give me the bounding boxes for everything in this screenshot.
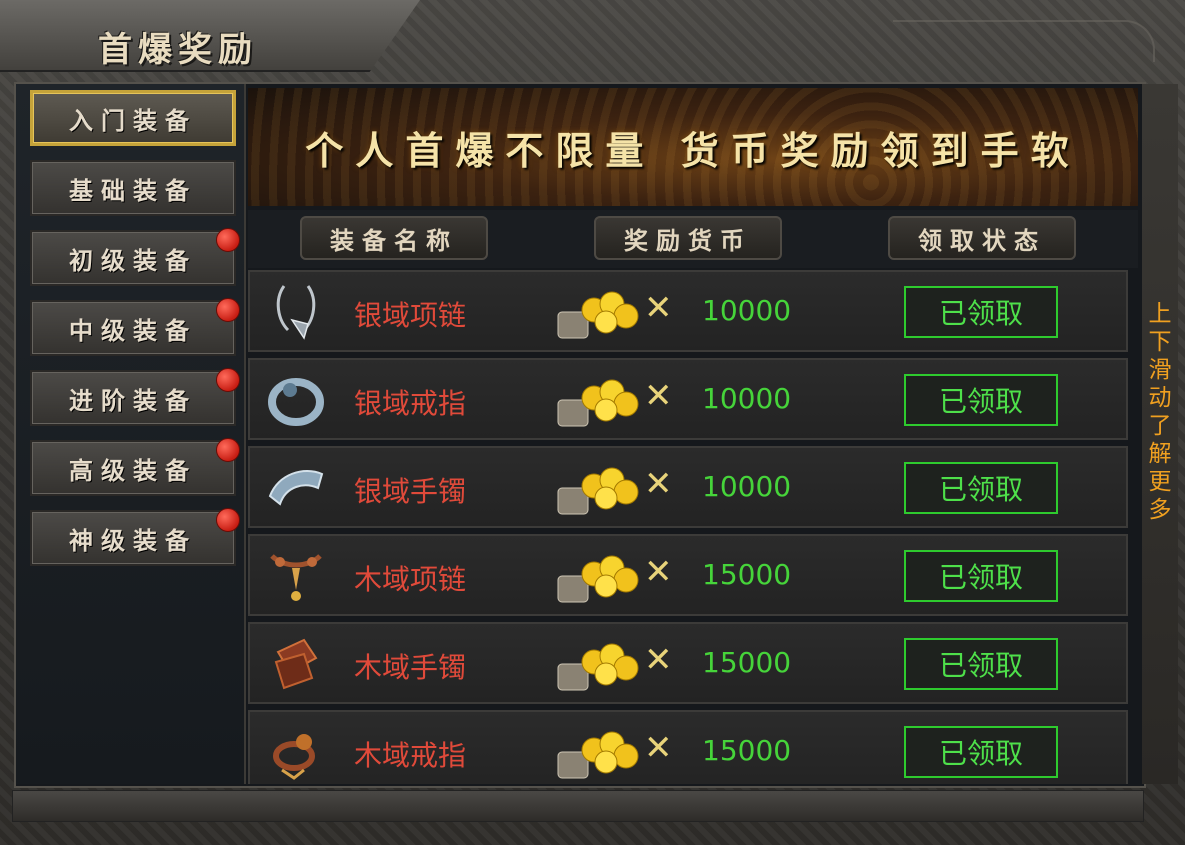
notification-dot — [216, 298, 240, 322]
ring-icon — [273, 734, 315, 780]
table-row: 木域手镯 ✕ 15000 已领取 — [248, 622, 1128, 704]
frame-ornament — [893, 20, 1155, 62]
reward-amount: 10000 — [702, 294, 792, 327]
gold-coins-icon — [557, 643, 639, 691]
tab-label: 基础装备 — [69, 175, 197, 205]
claimed-status-button[interactable]: 已领取 — [904, 374, 1058, 426]
status-label: 已领取 — [938, 297, 1023, 330]
necklace-icon — [276, 285, 316, 340]
necklace-icon — [270, 554, 322, 601]
multiply-sign: ✕ — [644, 288, 673, 328]
reward-amount: 10000 — [702, 382, 792, 415]
sidebar: 入门装备 基础装备 初级装备 中级装备 进阶装备 高级装备 神级装备 — [16, 84, 246, 784]
tab-label: 神级装备 — [69, 525, 197, 555]
multiply-sign: ✕ — [644, 552, 673, 592]
tab-divine-equipment[interactable]: 神级装备 — [30, 508, 240, 566]
gold-coins-icon — [557, 379, 639, 427]
reward-amount: 15000 — [702, 646, 792, 679]
tab-label: 高级装备 — [69, 455, 197, 485]
item-name: 木域手镯 — [354, 651, 467, 684]
column-header-status: 领取状态 — [888, 216, 1076, 260]
tab-intermediate-equipment[interactable]: 中级装备 — [30, 298, 240, 356]
bracelet-icon — [274, 638, 318, 690]
column-header-name: 装备名称 — [300, 216, 488, 260]
gold-coins-icon — [557, 291, 639, 339]
multiply-sign: ✕ — [644, 464, 673, 504]
window-title: 首爆奖励 — [98, 30, 258, 70]
bottom-frame — [12, 790, 1144, 822]
item-name: 银域戒指 — [354, 387, 467, 420]
tab-label: 中级装备 — [69, 315, 197, 345]
claimed-status-button[interactable]: 已领取 — [904, 550, 1058, 602]
tab-high-equipment[interactable]: 高级装备 — [30, 438, 240, 496]
status-label: 已领取 — [938, 473, 1023, 506]
tab-basic-equipment[interactable]: 基础装备 — [30, 160, 236, 216]
multiply-sign: ✕ — [644, 728, 673, 768]
reward-window: 首爆奖励 入门装备 基础装备 初级装备 中级装备 进阶装备 高级装备 神级装备 … — [0, 0, 1185, 845]
claimed-status-button[interactable]: 已领取 — [904, 286, 1058, 338]
multiply-sign: ✕ — [644, 640, 673, 680]
notification-dot — [216, 508, 240, 532]
notification-dot — [216, 228, 240, 252]
reward-amount: 15000 — [702, 734, 792, 767]
scroll-hint-text: 上下滑动了解更多 — [1148, 301, 1172, 523]
table-row: 木域项链 ✕ 15000 已领取 — [248, 534, 1128, 616]
status-label: 已领取 — [938, 649, 1023, 682]
item-name: 木域项链 — [354, 563, 467, 596]
tab-label: 进阶装备 — [69, 385, 197, 415]
bracelet-icon — [268, 470, 324, 506]
item-name: 银域项链 — [354, 299, 467, 332]
column-header-label: 装备名称 — [330, 225, 458, 255]
gold-coins-icon — [557, 467, 639, 515]
tab-label: 初级装备 — [69, 245, 197, 275]
gold-coins-icon — [557, 555, 639, 603]
table-header: 装备名称 奖励货币 领取状态 — [248, 210, 1138, 268]
multiply-sign: ✕ — [644, 376, 673, 416]
tab-primary-equipment[interactable]: 初级装备 — [30, 228, 240, 286]
tab-beginner-equipment[interactable]: 入门装备 — [30, 90, 236, 146]
promo-banner: 个人首爆不限量 货币奖励领到手软 — [248, 88, 1138, 206]
column-header-reward: 奖励货币 — [594, 216, 782, 260]
tab-label: 入门装备 — [69, 105, 197, 135]
column-header-label: 领取状态 — [918, 225, 1046, 255]
banner-text: 个人首爆不限量 货币奖励领到手软 — [305, 127, 1081, 173]
column-header-label: 奖励货币 — [624, 225, 752, 255]
table-row: 银域戒指 ✕ 10000 已领取 — [248, 358, 1128, 440]
notification-dot — [216, 438, 240, 462]
ring-icon — [268, 378, 324, 426]
table-row: 银域手镯 ✕ 10000 已领取 — [248, 446, 1128, 528]
table-row: 银域项链 ✕ 10000 已领取 — [248, 270, 1128, 352]
reward-list[interactable]: 银域项链 ✕ 10000 已领取 银域戒指 ✕ 10000 已领取 银域手镯 ✕… — [248, 270, 1128, 784]
item-name: 木域戒指 — [354, 739, 467, 772]
claimed-status-button[interactable]: 已领取 — [904, 638, 1058, 690]
content-panel: 入门装备 基础装备 初级装备 中级装备 进阶装备 高级装备 神级装备 个人首爆不… — [14, 82, 1146, 788]
table-row: 木域戒指 ✕ 15000 已领取 — [248, 710, 1128, 784]
notification-dot — [216, 368, 240, 392]
status-label: 已领取 — [938, 737, 1023, 770]
status-label: 已领取 — [938, 385, 1023, 418]
gold-coins-icon — [557, 731, 639, 779]
claimed-status-button[interactable]: 已领取 — [904, 462, 1058, 514]
tab-advanced-equipment[interactable]: 进阶装备 — [30, 368, 240, 426]
item-name: 银域手镯 — [354, 475, 467, 508]
reward-amount: 10000 — [702, 470, 792, 503]
claimed-status-button[interactable]: 已领取 — [904, 726, 1058, 778]
reward-amount: 15000 — [702, 558, 792, 591]
status-label: 已领取 — [938, 561, 1023, 594]
